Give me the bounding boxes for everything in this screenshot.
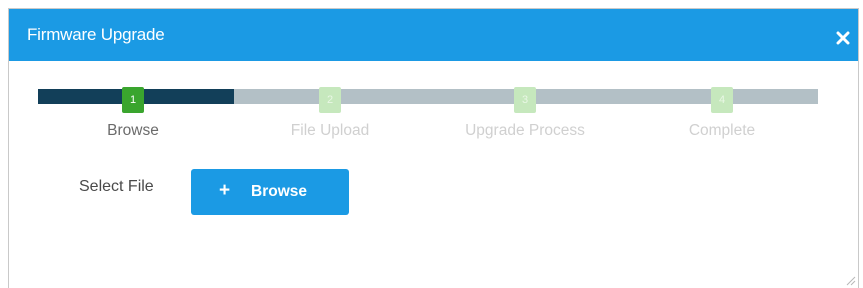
dialog-title: Firmware Upgrade: [27, 25, 165, 44]
browse-button[interactable]: + Browse: [191, 169, 349, 215]
close-icon[interactable]: [836, 31, 850, 45]
step-2-number: 2: [319, 87, 341, 113]
step-4-label: Complete: [688, 122, 756, 139]
plus-icon: +: [219, 180, 231, 201]
browse-button-label: Browse: [251, 183, 307, 200]
firmware-upgrade-dialog: Firmware Upgrade 1 2 3 4 Browse File Upl…: [8, 8, 859, 288]
step-1-number: 1: [122, 87, 144, 113]
step-3-label: Upgrade Process: [465, 122, 585, 139]
step-1-label: Browse: [107, 122, 159, 139]
dialog-titlebar: Firmware Upgrade: [9, 9, 858, 61]
select-file-label: Select File: [79, 178, 154, 195]
step-2-label: File Upload: [290, 122, 370, 139]
resize-handle-icon[interactable]: [846, 276, 856, 286]
step-3-number: 3: [514, 87, 536, 113]
step-4-number: 4: [711, 87, 733, 113]
